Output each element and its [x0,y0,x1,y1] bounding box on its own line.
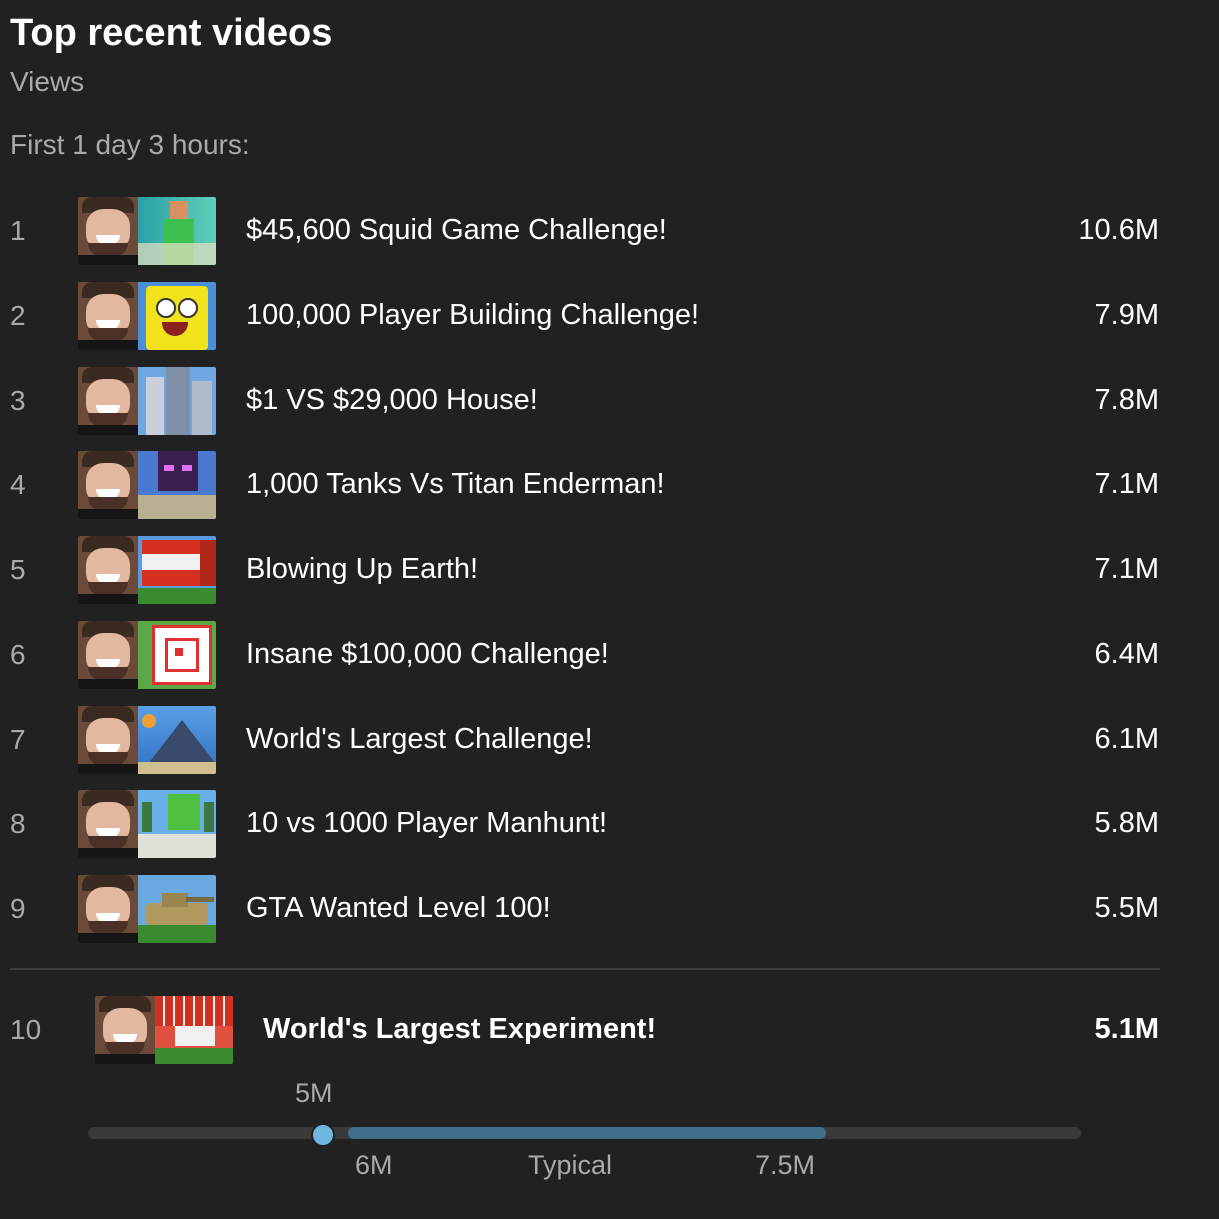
creator-face-icon [78,875,138,943]
video-title[interactable]: $1 VS $29,000 House! [246,384,538,417]
video-rank: 7 [10,724,26,755]
video-thumbnail[interactable] [78,197,216,265]
range-low-label: 6M [355,1150,393,1180]
video-row[interactable]: 2 100,000 Player Building Challenge! 7.9… [0,282,1219,350]
video-rank: 9 [10,893,26,924]
target-scene-icon [138,621,216,689]
house-scene-icon [138,367,216,435]
video-rank: 3 [10,385,26,416]
video-thumbnail[interactable] [78,367,216,435]
squid-game-scene-icon [138,197,216,265]
video-rank: 8 [10,808,26,839]
video-title[interactable]: World's Largest Challenge! [246,723,593,756]
range-high-label: 7.5M [755,1150,816,1180]
typical-range-bar [348,1127,826,1139]
creator-face-icon [78,536,138,604]
video-rank: 10 [10,1014,42,1045]
current-value-label: 5M [295,1078,333,1108]
video-views: 6.1M [1094,723,1159,755]
video-views: 7.9M [1094,299,1159,331]
video-thumbnail[interactable] [78,706,216,774]
video-row[interactable]: 8 10 vs 1000 Player Manhunt! 5.8M [0,790,1219,858]
tank-scene-icon [138,875,216,943]
video-title[interactable]: 10 vs 1000 Player Manhunt! [246,807,607,840]
metric-label: Views [10,66,85,97]
video-thumbnail[interactable] [78,875,216,943]
highlighted-video-row[interactable]: 10 World's Largest Experiment! 5.1M [0,996,1219,1064]
creator-face-icon [78,282,138,350]
spongebob-scene-icon [138,282,216,350]
video-row[interactable]: 1 $45,600 Squid Game Challenge! 10.6M [0,197,1219,265]
video-title[interactable]: GTA Wanted Level 100! [246,892,551,925]
creator-face-icon [78,790,138,858]
video-rank: 2 [10,300,26,331]
period-label: First 1 day 3 hours: [10,129,250,160]
video-thumbnail[interactable] [78,282,216,350]
tnt-field-scene-icon [155,996,233,1064]
crowd-scene-icon [138,706,216,774]
video-thumbnail[interactable] [78,451,216,519]
video-views: 5.1M [1094,1013,1159,1045]
video-title[interactable]: 1,000 Tanks Vs Titan Enderman! [246,468,665,501]
creator-face-icon [78,706,138,774]
video-rank: 4 [10,469,26,500]
video-thumbnail[interactable] [78,621,216,689]
creator-face-icon [95,996,155,1064]
video-views: 5.5M [1094,892,1159,924]
video-views: 7.1M [1094,468,1159,500]
manhunt-scene-icon [138,790,216,858]
video-row[interactable]: 4 1,000 Tanks Vs Titan Enderman! 7.1M [0,451,1219,519]
creator-face-icon [78,621,138,689]
video-title[interactable]: Insane $100,000 Challenge! [246,638,609,671]
video-row[interactable]: 5 Blowing Up Earth! 7.1M [0,536,1219,604]
enderman-scene-icon [138,451,216,519]
video-rank: 1 [10,215,26,246]
range-typical-label: Typical [528,1150,613,1180]
creator-face-icon [78,197,138,265]
current-value-marker [311,1123,335,1147]
video-title[interactable]: 100,000 Player Building Challenge! [246,299,699,332]
video-thumbnail[interactable] [95,996,233,1064]
video-thumbnail[interactable] [78,790,216,858]
section-title: Top recent videos [10,12,333,54]
video-title[interactable]: World's Largest Experiment! [263,1013,656,1046]
video-views: 10.6M [1078,214,1159,246]
video-row[interactable]: 3 $1 VS $29,000 House! 7.8M [0,367,1219,435]
video-rank: 6 [10,639,26,670]
video-thumbnail[interactable] [78,536,216,604]
video-row[interactable]: 9 GTA Wanted Level 100! 5.5M [0,875,1219,943]
video-views: 7.8M [1094,384,1159,416]
video-views: 5.8M [1094,807,1159,839]
divider [10,968,1160,970]
video-views: 6.4M [1094,638,1159,670]
video-title[interactable]: Blowing Up Earth! [246,553,478,586]
video-rank: 5 [10,554,26,585]
creator-face-icon [78,367,138,435]
video-views: 7.1M [1094,553,1159,585]
video-title[interactable]: $45,600 Squid Game Challenge! [246,214,667,247]
video-row[interactable]: 7 World's Largest Challenge! 6.1M [0,706,1219,774]
creator-face-icon [78,451,138,519]
tnt-scene-icon [138,536,216,604]
video-row[interactable]: 6 Insane $100,000 Challenge! 6.4M [0,621,1219,689]
